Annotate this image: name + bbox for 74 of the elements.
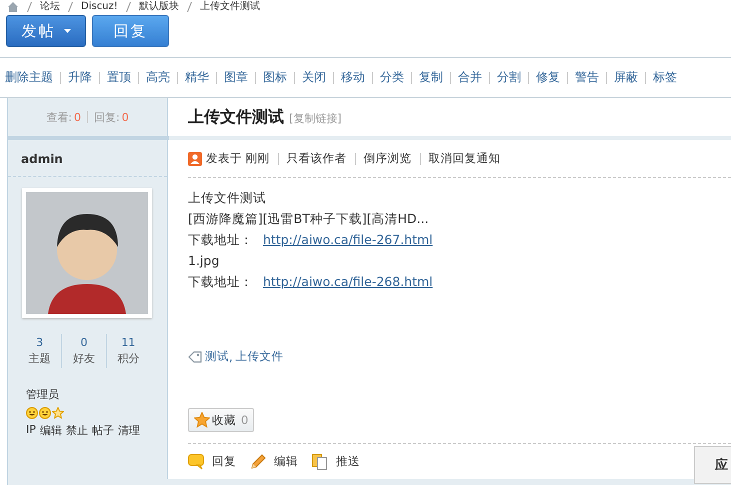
slash-icon bbox=[68, 2, 73, 12]
post-time: 发表于 刚刚 bbox=[206, 151, 270, 166]
moderation-link[interactable]: 标签 bbox=[653, 69, 677, 86]
star-icon bbox=[52, 407, 64, 419]
home-icon bbox=[7, 2, 19, 12]
post-text: 上传文件测试 bbox=[188, 189, 266, 207]
moderation-link[interactable]: 移动 bbox=[341, 69, 365, 86]
download-label: 下载地址： bbox=[188, 273, 253, 291]
stat-label[interactable]: 主题 bbox=[28, 351, 51, 366]
replies-label: 回复: bbox=[94, 110, 120, 124]
pencil-icon bbox=[250, 454, 266, 470]
post-action-link[interactable]: 编辑 bbox=[250, 454, 298, 470]
moderation-link[interactable]: 关闭 bbox=[302, 69, 326, 86]
slash-icon bbox=[27, 2, 32, 12]
post-dropdown-button[interactable]: 发帖 bbox=[6, 15, 86, 47]
smiley-icon bbox=[26, 407, 38, 419]
thread-title: 上传文件测试 bbox=[188, 106, 284, 128]
side-tab[interactable]: 应 bbox=[694, 446, 731, 484]
breadcrumb-link[interactable]: Discuz! bbox=[81, 0, 118, 13]
tag-icon bbox=[188, 350, 202, 362]
moderation-link[interactable]: 高亮 bbox=[146, 69, 170, 86]
reply-button[interactable]: 回复 bbox=[92, 15, 169, 47]
stat-value[interactable]: 3 bbox=[36, 336, 44, 349]
moderation-link[interactable]: 置顶 bbox=[107, 69, 131, 86]
stat-value[interactable]: 0 bbox=[80, 336, 88, 349]
download-link[interactable]: http://aiwo.ca/file-268.html bbox=[263, 271, 433, 292]
moderation-link[interactable]: 分割 bbox=[497, 69, 521, 86]
download-link[interactable]: http://aiwo.ca/file-267.html bbox=[263, 229, 433, 250]
post-action-link[interactable]: 推送 bbox=[312, 454, 360, 470]
favorite-button[interactable]: 收藏 0 bbox=[188, 408, 254, 432]
tag-separator: , bbox=[229, 350, 233, 364]
slash-icon bbox=[126, 2, 131, 12]
stat-label[interactable]: 积分 bbox=[117, 351, 140, 366]
moderation-link[interactable]: 图标 bbox=[263, 69, 287, 86]
moderation-link[interactable]: 修复 bbox=[536, 69, 560, 86]
slash-icon bbox=[186, 2, 192, 12]
admin-link[interactable]: 编辑 bbox=[40, 423, 62, 438]
user-group-link[interactable]: 管理员 bbox=[26, 387, 167, 402]
post-text: [西游降魔篇][迅雷BT种子下载][高清HD... bbox=[188, 210, 429, 228]
tag-link[interactable]: 上传文件 bbox=[236, 349, 284, 364]
moderation-link[interactable]: 删除主题 bbox=[5, 69, 53, 86]
admin-link[interactable]: IP bbox=[26, 423, 36, 438]
post-text: 1.jpg bbox=[188, 252, 220, 270]
user-icon bbox=[188, 152, 202, 166]
moderation-link[interactable]: 屏蔽 bbox=[614, 69, 638, 86]
breadcrumb-link[interactable]: 论坛 bbox=[40, 0, 60, 13]
moderation-link[interactable]: 分类 bbox=[380, 69, 404, 86]
moderation-link[interactable]: 合并 bbox=[458, 69, 482, 86]
speech-bubble-icon bbox=[188, 454, 204, 470]
admin-link[interactable]: 帖子 bbox=[92, 423, 114, 438]
moderation-link[interactable]: 警告 bbox=[575, 69, 599, 86]
star-icon bbox=[194, 412, 210, 428]
moderation-link[interactable]: 升降 bbox=[68, 69, 92, 86]
views-count: 0 bbox=[74, 110, 81, 124]
stat-value[interactable]: 11 bbox=[121, 336, 136, 349]
moderation-link[interactable]: 图章 bbox=[224, 69, 248, 86]
post-action-link[interactable]: 回复 bbox=[188, 454, 236, 470]
admin-link[interactable]: 禁止 bbox=[66, 423, 88, 438]
admin-link[interactable]: 清理 bbox=[118, 423, 140, 438]
download-label: 下载地址： bbox=[188, 231, 253, 249]
post-option-link[interactable]: 只看该作者 bbox=[286, 151, 347, 166]
breadcrumb-link[interactable]: 默认版块 bbox=[138, 0, 179, 13]
breadcrumb-link[interactable]: 上传文件测试 bbox=[200, 0, 260, 13]
post-option-link[interactable]: 取消回复通知 bbox=[428, 151, 501, 166]
documents-icon bbox=[312, 454, 328, 470]
post-option-link[interactable]: 倒序浏览 bbox=[364, 151, 412, 166]
views-label: 查看: bbox=[46, 110, 72, 124]
replies-count: 0 bbox=[122, 110, 129, 124]
author-name[interactable]: admin bbox=[8, 140, 167, 177]
moderation-link[interactable]: 复制 bbox=[419, 69, 443, 86]
smiley-icon bbox=[39, 407, 51, 419]
tag-link[interactable]: 测试 bbox=[205, 349, 229, 364]
stat-label[interactable]: 好友 bbox=[72, 351, 95, 366]
moderation-link[interactable]: 精华 bbox=[185, 69, 209, 86]
